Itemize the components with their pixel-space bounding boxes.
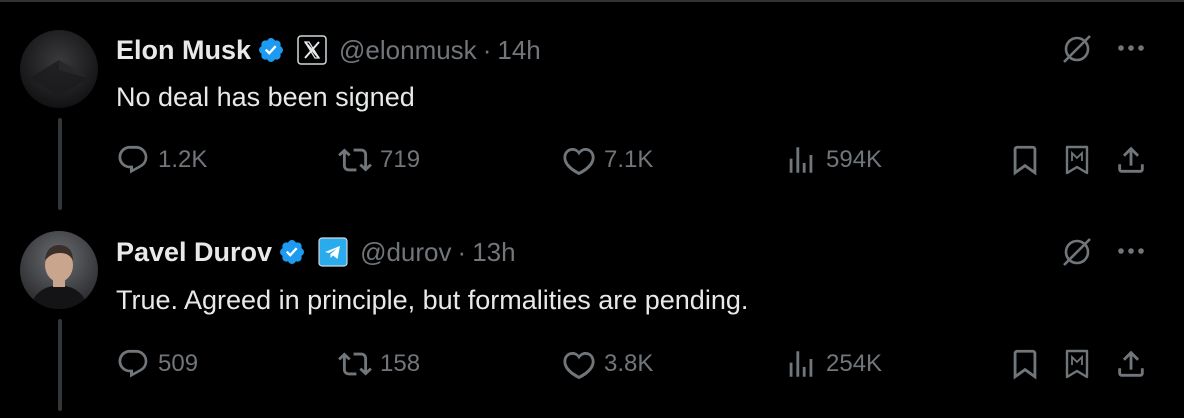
like-button[interactable]: 7.1K [562, 143, 653, 177]
repost-button[interactable]: 719 [338, 143, 420, 177]
repost-count: 158 [380, 350, 421, 377]
like-icon [562, 347, 596, 381]
reply-icon [116, 347, 150, 381]
share-icon[interactable] [1114, 347, 1148, 386]
x-logo-icon[interactable] [297, 35, 327, 65]
timestamp[interactable]: 13h [472, 237, 515, 268]
more-icon[interactable] [1114, 241, 1148, 266]
separator: · [482, 34, 492, 65]
share-icon[interactable] [1114, 143, 1148, 182]
tweet-durov[interactable]: Pavel Durov @durov · 13h True. Agreed in… [0, 209, 1184, 418]
views-icon [784, 143, 818, 177]
mirror-icon[interactable] [1060, 143, 1094, 182]
reply-count: 509 [158, 350, 199, 377]
telegram-logo-icon[interactable] [318, 237, 348, 267]
display-name[interactable]: Elon Musk [116, 35, 251, 66]
repost-icon [338, 143, 372, 177]
thread-line [58, 118, 62, 210]
reply-button[interactable]: 509 [116, 347, 198, 381]
grok-icon[interactable] [1060, 32, 1094, 71]
timestamp[interactable]: 14h [497, 35, 540, 66]
repost-count: 719 [380, 146, 421, 173]
reply-icon [116, 143, 150, 177]
more-icon[interactable] [1114, 38, 1148, 63]
like-button[interactable]: 3.8K [562, 347, 653, 381]
reply-count: 1.2K [158, 146, 208, 173]
grok-icon[interactable] [1060, 235, 1094, 274]
reply-button[interactable]: 1.2K [116, 143, 207, 177]
verified-badge-icon[interactable] [257, 36, 285, 64]
action-bar: 1.2K 719 7.1K 594K [116, 143, 1156, 183]
action-bar: 509 158 3.8K 254K [116, 347, 1156, 387]
repost-button[interactable]: 158 [338, 347, 420, 381]
display-name[interactable]: Pavel Durov [116, 237, 272, 268]
author-row: Elon Musk @elonmusk · 14h [116, 32, 541, 68]
tweet-text: True. Agreed in principle, but formaliti… [116, 285, 749, 315]
bookmark-icon[interactable] [1008, 347, 1042, 386]
like-count: 3.8K [604, 350, 654, 377]
tweet-text: No deal has been signed [116, 82, 415, 112]
handle[interactable]: @durov [360, 237, 451, 268]
views-count: 594K [826, 146, 883, 173]
author-row: Pavel Durov @durov · 13h [116, 234, 516, 270]
verified-badge-icon[interactable] [278, 238, 306, 266]
thread-line [58, 319, 62, 411]
handle[interactable]: @elonmusk [339, 35, 477, 66]
avatar[interactable] [20, 30, 98, 108]
bookmark-icon[interactable] [1008, 143, 1042, 182]
like-count: 7.1K [604, 146, 654, 173]
views-button[interactable]: 594K [784, 143, 882, 177]
mirror-icon[interactable] [1060, 347, 1094, 386]
separator: · [457, 236, 467, 267]
views-count: 254K [826, 350, 883, 377]
views-button[interactable]: 254K [784, 347, 882, 381]
avatar[interactable] [20, 231, 98, 309]
views-icon [784, 347, 818, 381]
like-icon [562, 143, 596, 177]
repost-icon [338, 347, 372, 381]
tweet-elon[interactable]: Elon Musk @elonmusk · 14h No deal has be… [0, 0, 1184, 210]
